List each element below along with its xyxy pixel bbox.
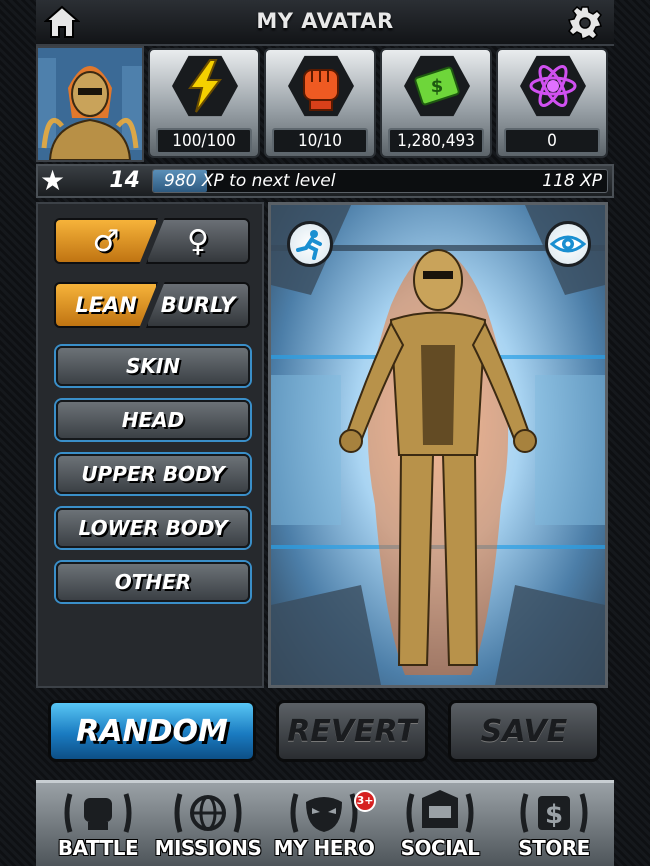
pose-button[interactable]: [287, 221, 333, 267]
burly-toggle[interactable]: BURLY: [146, 282, 250, 328]
level-number: 14: [109, 168, 140, 193]
stat-stamina[interactable]: 10/10: [264, 48, 376, 158]
stat-hex: [520, 55, 586, 117]
female-icon: ♀: [187, 223, 209, 259]
category-other-button[interactable]: OTHER: [56, 562, 250, 602]
nav-battle-label: BATTLE: [57, 836, 139, 860]
xp-to-next-level: 980 XP to next level: [164, 171, 336, 191]
nav-store-label: STORE: [518, 836, 590, 860]
category-head-button[interactable]: HEAD: [56, 400, 250, 440]
nav-icon-frame: [60, 788, 136, 838]
random-button[interactable]: RANDOM: [48, 700, 256, 762]
nav-missions-label: MISSIONS: [154, 836, 262, 860]
stat-cash[interactable]: $ 1,280,493: [380, 48, 492, 158]
nav-icon-frame: [402, 788, 478, 838]
stat-gems[interactable]: 0: [496, 48, 608, 158]
nav-my-hero-label: MY HERO: [273, 836, 375, 860]
svg-text:$: $: [545, 800, 563, 830]
save-button[interactable]: SAVE: [448, 700, 600, 762]
nav-missions[interactable]: MISSIONS: [152, 786, 264, 864]
hero-portrait-image: [38, 48, 142, 160]
nav-icon-frame: $: [516, 788, 592, 838]
running-figure-icon: [296, 230, 322, 260]
star-icon: ★: [40, 164, 66, 197]
lightning-icon: [188, 59, 222, 113]
female-toggle[interactable]: ♀: [146, 218, 250, 264]
fist-icon: [303, 69, 339, 111]
fist-icon: [64, 793, 132, 833]
gender-toggle: ♂ ♀: [54, 218, 250, 264]
page-title: MY AVATAR: [256, 9, 394, 33]
avatar-stage: [268, 202, 608, 688]
dollar-icon: $: [520, 793, 588, 833]
male-toggle[interactable]: ♂: [54, 218, 158, 264]
nav-social-label: SOCIAL: [400, 836, 480, 860]
svg-text:$: $: [431, 76, 444, 97]
customize-panel: [36, 202, 264, 688]
stat-hex: [172, 55, 238, 117]
stat-stamina-value: 10/10: [272, 128, 368, 154]
mask-icon: [290, 793, 358, 833]
current-xp: 118 XP: [542, 171, 602, 191]
build-toggle: LEAN BURLY: [54, 282, 250, 328]
nav-social[interactable]: SOCIAL: [384, 786, 496, 864]
eye-icon: [549, 235, 587, 253]
category-skin-button[interactable]: SKIN: [56, 346, 250, 386]
male-icon: ♂: [92, 223, 120, 259]
atom-icon: [529, 65, 577, 107]
category-upper-body-button[interactable]: UPPER BODY: [56, 454, 250, 494]
notification-badge: 3+: [354, 790, 376, 812]
nav-battle[interactable]: BATTLE: [42, 786, 154, 864]
envelope-icon: [406, 790, 474, 833]
stat-hex: [288, 55, 354, 117]
stat-energy-value: 100/100: [156, 128, 252, 154]
nav-store[interactable]: $ STORE: [498, 786, 610, 864]
stat-gems-value: 0: [504, 128, 600, 154]
nav-my-hero[interactable]: 3+ MY HERO: [268, 786, 380, 864]
stat-energy[interactable]: 100/100: [148, 48, 260, 158]
nav-icon-frame: [170, 788, 246, 838]
lean-toggle[interactable]: LEAN: [54, 282, 158, 328]
nav-icon-frame: [286, 788, 362, 838]
settings-button[interactable]: [567, 5, 603, 41]
revert-button[interactable]: REVERT: [276, 700, 428, 762]
stat-cash-value: 1,280,493: [388, 128, 484, 154]
preview-button[interactable]: [545, 221, 591, 267]
stat-hex: $: [404, 55, 470, 117]
category-lower-body-button[interactable]: LOWER BODY: [56, 508, 250, 548]
globe-icon: [174, 793, 242, 833]
hero-portrait[interactable]: [36, 46, 144, 162]
cash-icon: $: [414, 66, 460, 106]
gear-icon: [568, 6, 602, 40]
avatar-figure: [271, 205, 605, 685]
